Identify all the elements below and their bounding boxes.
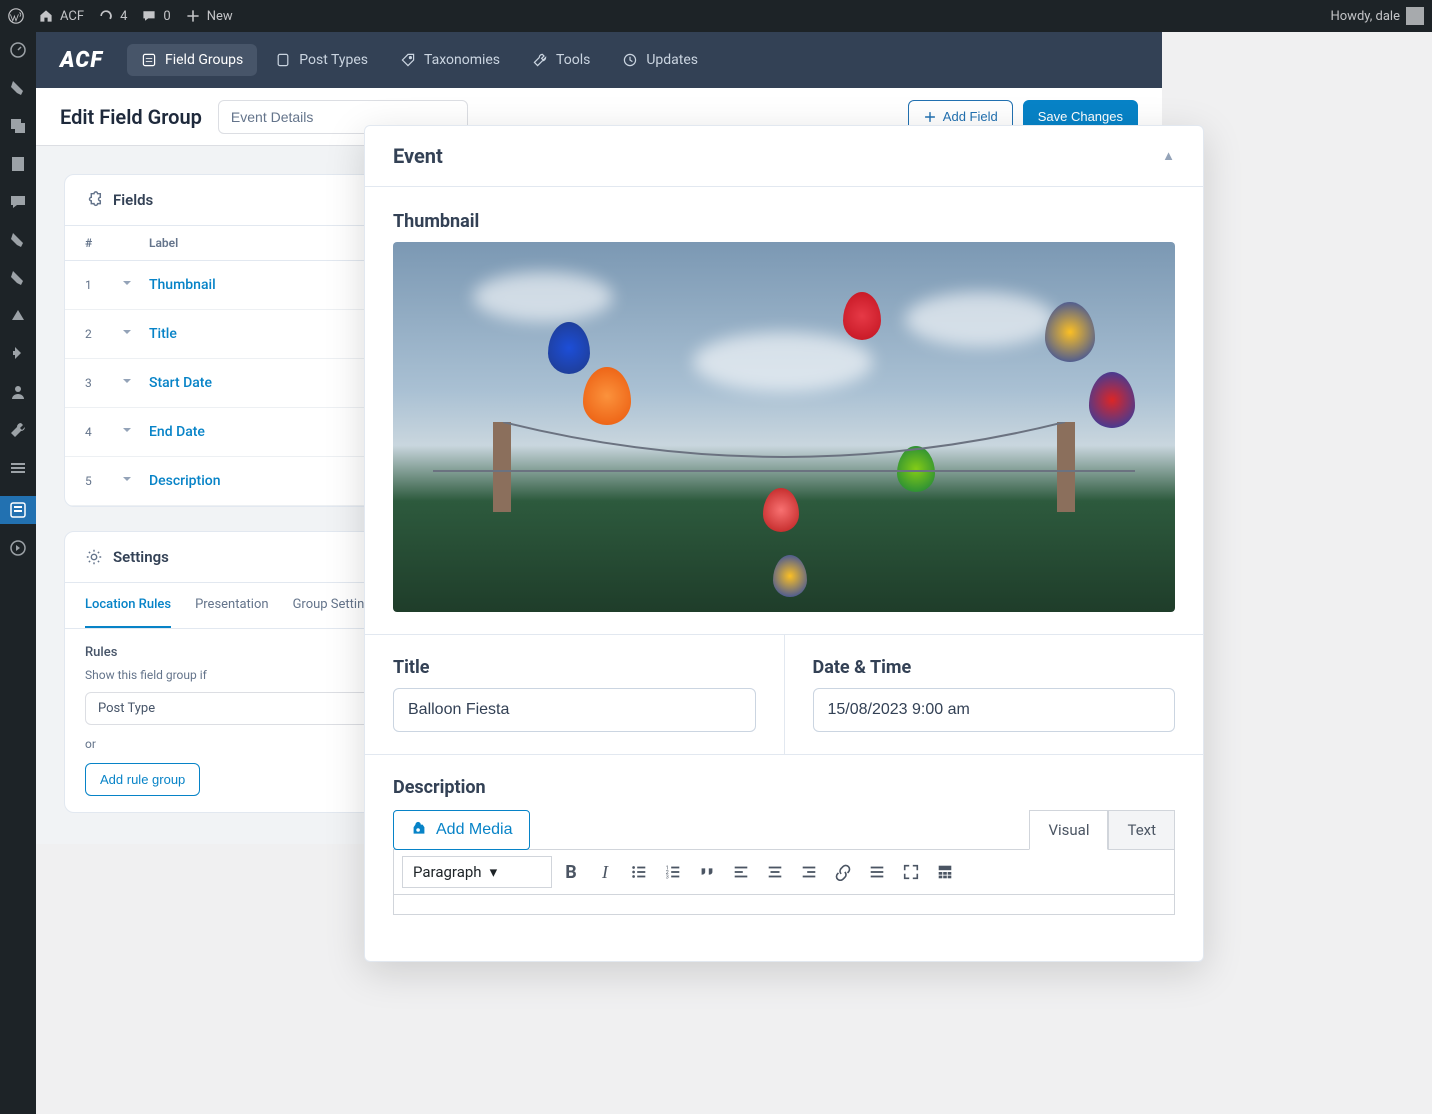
description-label: Description [393, 777, 1175, 798]
adminbar-new-label: New [207, 9, 233, 24]
avatar [1406, 7, 1424, 25]
menu-settings[interactable] [8, 458, 28, 482]
nav-updates[interactable]: Updates [608, 44, 712, 76]
media-icon [410, 821, 428, 839]
menu-pages[interactable] [8, 154, 28, 178]
menu-comments[interactable] [8, 192, 28, 216]
bold-button[interactable]: B [556, 857, 586, 887]
menu-plugins[interactable] [8, 344, 28, 368]
menu-media[interactable] [8, 116, 28, 140]
editor-textarea[interactable] [393, 895, 1175, 915]
thumbnail-label: Thumbnail [393, 211, 1175, 232]
format-select[interactable]: Paragraph ▾ [402, 856, 552, 888]
nav-field-groups[interactable]: Field Groups [127, 44, 257, 76]
event-modal: Event ▲ Thumbnail [364, 125, 1204, 962]
fullscreen-button[interactable] [896, 857, 926, 887]
editor-toolbar: Paragraph ▾ B I 123 [393, 849, 1175, 895]
nav-post-types[interactable]: Post Types [261, 44, 382, 76]
menu-custom1[interactable] [8, 230, 28, 254]
align-left-button[interactable] [726, 857, 756, 887]
add-media-button[interactable]: Add Media [393, 810, 530, 850]
adminbar-new[interactable]: New [185, 8, 233, 24]
blockquote-button[interactable] [692, 857, 722, 887]
field-number: 1 [85, 278, 121, 292]
wp-admin-menu [0, 32, 36, 1114]
align-right-button[interactable] [794, 857, 824, 887]
bullet-list-button[interactable] [624, 857, 654, 887]
chevron-down-icon[interactable] [121, 375, 149, 391]
title-label: Title [393, 657, 756, 678]
add-media-label: Add Media [436, 821, 513, 839]
chevron-down-icon[interactable] [121, 277, 149, 293]
menu-dashboard[interactable] [8, 40, 28, 64]
fields-panel-title: Fields [113, 191, 153, 209]
field-number: 2 [85, 327, 121, 341]
tab-location-rules[interactable]: Location Rules [85, 583, 171, 628]
modal-title: Event [393, 144, 443, 168]
acf-logo: ACF [60, 48, 103, 73]
chevron-down-icon[interactable] [121, 473, 149, 489]
modal-header: Event ▲ [365, 126, 1203, 187]
collapse-icon[interactable]: ▲ [1162, 148, 1175, 164]
format-select-label: Paragraph [413, 863, 482, 881]
link-button[interactable] [828, 857, 858, 887]
col-chevron [121, 236, 149, 250]
field-number: 4 [85, 425, 121, 439]
acf-topbar: ACF Field Groups Post Types Taxonomies T… [36, 32, 1162, 88]
settings-panel-title: Settings [113, 548, 169, 566]
wp-logo-icon[interactable] [8, 8, 24, 24]
nav-label: Field Groups [165, 52, 243, 68]
adminbar-site-label: ACF [60, 9, 84, 24]
puzzle-icon [85, 191, 103, 209]
tab-presentation[interactable]: Presentation [195, 583, 269, 628]
nav-taxonomies[interactable]: Taxonomies [386, 44, 514, 76]
nav-tools[interactable]: Tools [518, 44, 604, 76]
kitchen-sink-button[interactable] [930, 857, 960, 887]
editor-tab-visual[interactable]: Visual [1029, 810, 1108, 850]
menu-appearance[interactable] [8, 306, 28, 330]
date-label: Date & Time [813, 657, 1176, 678]
adminbar-howdy-label: Howdy, dale [1330, 9, 1400, 24]
nav-label: Post Types [299, 52, 368, 68]
svg-text:3: 3 [666, 874, 669, 880]
field-number: 5 [85, 474, 121, 488]
menu-acf[interactable] [0, 496, 36, 524]
gear-icon [85, 548, 103, 566]
nav-label: Tools [556, 52, 590, 68]
menu-users[interactable] [8, 382, 28, 406]
title-input[interactable] [393, 688, 756, 732]
page-title: Edit Field Group [60, 105, 202, 129]
thumbnail-image[interactable] [393, 242, 1175, 612]
menu-tools[interactable] [8, 420, 28, 444]
wp-admin-bar: ACF 4 0 New Howdy, dale [0, 0, 1432, 32]
adminbar-site[interactable]: ACF [38, 8, 84, 24]
col-number: # [85, 236, 121, 250]
field-number: 3 [85, 376, 121, 390]
italic-button[interactable]: I [590, 857, 620, 887]
adminbar-updates-count: 4 [120, 9, 127, 24]
adminbar-comments-count: 0 [163, 9, 170, 24]
chevron-down-icon: ▾ [490, 863, 498, 881]
adminbar-howdy[interactable]: Howdy, dale [1330, 7, 1424, 25]
menu-collapse[interactable] [8, 538, 28, 562]
acf-nav: Field Groups Post Types Taxonomies Tools… [127, 44, 712, 76]
adminbar-updates[interactable]: 4 [98, 8, 127, 24]
chevron-down-icon[interactable] [121, 326, 149, 342]
menu-posts[interactable] [8, 78, 28, 102]
menu-custom2[interactable] [8, 268, 28, 292]
more-button[interactable] [862, 857, 892, 887]
numbered-list-button[interactable]: 123 [658, 857, 688, 887]
add-rule-group-button[interactable]: Add rule group [85, 763, 200, 796]
nav-label: Updates [646, 52, 698, 68]
nav-label: Taxonomies [424, 52, 500, 68]
date-input[interactable] [813, 688, 1176, 732]
adminbar-comments[interactable]: 0 [141, 8, 170, 24]
editor-tab-text[interactable]: Text [1108, 810, 1175, 850]
add-field-label: Add Field [943, 109, 998, 124]
chevron-down-icon[interactable] [121, 424, 149, 440]
align-center-button[interactable] [760, 857, 790, 887]
